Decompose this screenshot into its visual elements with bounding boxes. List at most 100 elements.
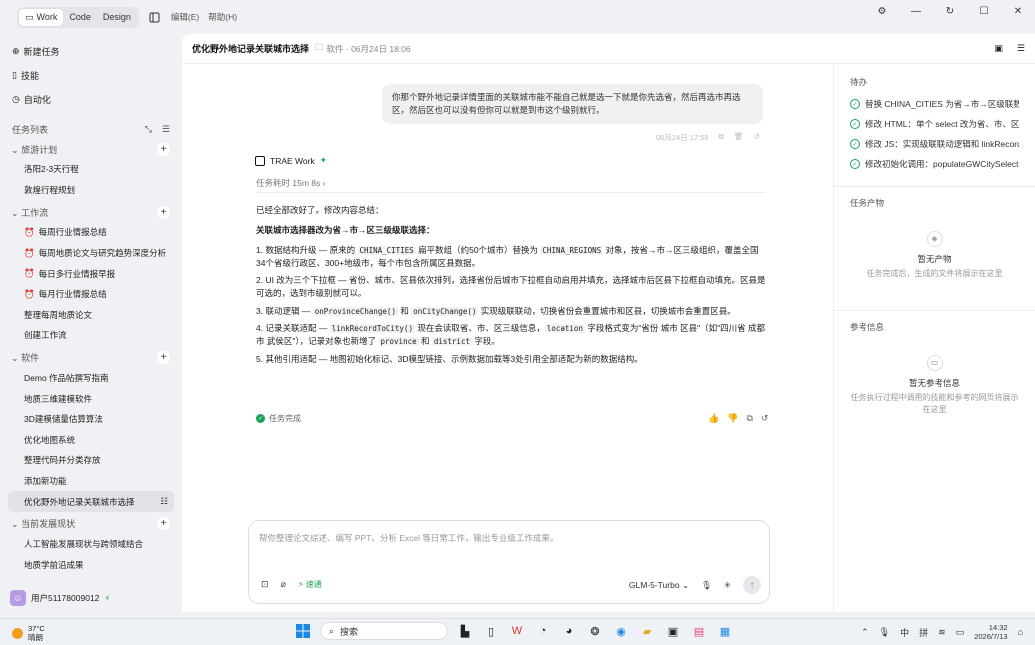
notification-icon[interactable]: ⌂ <box>1018 627 1023 637</box>
check-icon: ✓ <box>850 159 860 169</box>
model-selector[interactable]: GLM-5-Turbo ⌄ <box>629 580 689 591</box>
mode-code[interactable]: Code <box>63 9 97 26</box>
context-icon[interactable]: ⊡ <box>261 579 269 590</box>
collapse-icon[interactable]: ⤡ <box>145 124 152 135</box>
task-item[interactable]: ⏰ 每月行业情报总结 <box>0 284 182 305</box>
check-icon: ✓ <box>256 414 265 423</box>
thumbs-down-icon[interactable]: 👎 <box>727 413 738 424</box>
check-icon: ✓ <box>850 139 860 149</box>
copy-icon[interactable]: ⧉ <box>719 132 724 143</box>
menu-edit[interactable]: 编辑(E) <box>171 11 199 23</box>
refresh-icon[interactable]: ↻ <box>933 6 967 17</box>
terminal-icon[interactable]: ▣ <box>994 43 1003 54</box>
qq-icon[interactable]: ◔ <box>534 622 552 640</box>
microphone-icon[interactable]: 🎙 <box>879 627 890 638</box>
task-item[interactable]: 敦煌行程规划 <box>0 180 182 201</box>
notepad-icon[interactable]: ▯ <box>482 622 500 640</box>
windows-start-icon[interactable] <box>294 622 312 640</box>
task-item[interactable]: ⏰ 每日多行业情报早报 <box>0 263 182 284</box>
add-task-icon[interactable]: + <box>157 351 170 365</box>
skills-button[interactable]: ▯ 技能 <box>12 63 182 87</box>
task-item[interactable]: 创建工作流 <box>0 325 182 346</box>
retry-icon[interactable]: ↺ <box>761 413 769 424</box>
minimize-icon[interactable]: — <box>899 6 933 17</box>
alarm-icon: ⏰ <box>24 268 35 279</box>
panel-icon[interactable]: ☰ <box>1017 43 1025 54</box>
book-icon: ▭ <box>25 11 34 22</box>
delete-icon[interactable]: 🗑 <box>734 132 744 143</box>
elapsed-toggle[interactable]: 任务耗时 15m 8s › <box>256 177 325 189</box>
artifact-title: 任务产物 <box>850 198 885 208</box>
wifi-icon[interactable]: ≋ <box>938 627 946 638</box>
task-item-selected[interactable]: 优化野外地记录关联城市选择 ☷ <box>8 491 174 512</box>
list-tree-icon[interactable]: ☷ <box>160 496 168 507</box>
taskbar-search[interactable]: ⌕ 搜索 <box>320 622 448 640</box>
clock[interactable]: 14:32 2026/7/13 <box>974 623 1007 641</box>
retry-icon[interactable]: ↺ <box>753 132 759 143</box>
chevron-up-icon[interactable]: ⌃ <box>861 627 869 638</box>
divider <box>834 186 1035 187</box>
bilibili-icon[interactable]: ▤ <box>690 622 708 640</box>
weather-widget[interactable]: 37°C 晴朗 <box>12 624 45 642</box>
list-item: 5. 其他引用适配 — 地图初始化标记、3D模型链接、示例数据加载等3处引用全部… <box>256 353 643 364</box>
group-workflow[interactable]: ⌄ 工作流 + <box>0 202 182 222</box>
maximize-icon[interactable]: ☐ <box>967 6 1001 17</box>
badge-icon: ⚡ <box>104 592 111 603</box>
chatgpt-icon[interactable]: ❂ <box>586 622 604 640</box>
group-travel[interactable]: ⌄ 旅游计划 + <box>0 139 182 159</box>
add-task-icon[interactable]: + <box>157 142 170 156</box>
task-item[interactable]: ⏰ 每周地质论文与研究趋势深度分析 <box>0 243 182 264</box>
group-software[interactable]: ⌄ 软件 + <box>0 348 182 368</box>
edge-icon[interactable]: ◉ <box>612 622 630 640</box>
sun-icon <box>12 627 23 639</box>
task-item[interactable]: ⏰ 每周行业情报总结 <box>0 222 182 243</box>
wps-icon[interactable]: W <box>508 622 526 640</box>
task-item[interactable]: 地质三维建模软件 <box>0 388 182 409</box>
user-profile[interactable]: ☺ 用户51178009012 ⚡ <box>10 590 110 606</box>
app-icon[interactable]: ◕ <box>560 622 578 640</box>
task-item[interactable]: 整理每周地质论文 <box>0 305 182 326</box>
new-task-button[interactable]: ⊕ 新建任务 <box>12 39 182 63</box>
composer-input[interactable]: 帮你整理论文综述、编写 PPT、分析 Excel 等日常工作，输出专业级工作成果… <box>259 532 558 544</box>
photos-icon[interactable]: ▦ <box>716 622 734 640</box>
add-task-icon[interactable]: + <box>157 205 170 219</box>
list-item: 2. UI 改为三个下拉框 — 省份、城市、区县依次排列，选择省份后城市下拉框自… <box>256 275 766 299</box>
folder-icon[interactable]: ▰ <box>638 622 656 640</box>
menu-help[interactable]: 帮助(H) <box>208 11 237 23</box>
microphone-icon[interactable]: 🎙 <box>701 580 712 591</box>
sparkle-icon[interactable]: ✳ <box>724 580 731 591</box>
mode-work[interactable]: ▭ Work <box>19 8 64 26</box>
taskview-icon[interactable]: ▙ <box>456 622 474 640</box>
attach-icon[interactable]: ⌀ <box>281 579 286 590</box>
battery-icon[interactable]: ▭ <box>956 627 965 638</box>
add-task-icon[interactable]: + <box>157 517 170 531</box>
send-button[interactable]: ↑ <box>743 576 761 594</box>
task-item[interactable]: 整理代码并分类存放 <box>0 450 182 471</box>
ime-pinyin[interactable]: 拼 <box>919 626 928 639</box>
copy-icon[interactable]: ⧉ <box>746 413 752 424</box>
task-item[interactable]: Demo 作品帖撰写指南 <box>0 368 182 389</box>
composer[interactable]: 帮你整理论文综述、编写 PPT、分析 Excel 等日常工作，输出专业级工作成果… <box>248 520 770 604</box>
thumbs-up-icon[interactable]: 👍 <box>708 413 719 424</box>
sidebar-toggle-icon[interactable] <box>149 11 161 23</box>
automation-button[interactable]: ◷ 自动化 <box>12 87 182 111</box>
mode-design[interactable]: Design <box>97 9 137 26</box>
title-bar: ▭ Work Code Design 编辑(E) 帮助(H) ⚙ — ↻ ☐ ✕ <box>0 0 1035 34</box>
box-icon: ◈ <box>926 231 943 247</box>
trae-icon[interactable]: ▣ <box>664 622 682 640</box>
filter-icon[interactable]: ☰ <box>162 124 170 135</box>
ime-mode[interactable]: 中 <box>900 626 909 639</box>
task-item[interactable]: 添加新功能 <box>0 471 182 492</box>
task-item[interactable]: 地质学前沿成果 <box>0 555 182 576</box>
task-item[interactable]: 优化地图系统 <box>0 430 182 451</box>
speed-toggle[interactable]: ⚡ 速通 <box>298 579 322 590</box>
artifact-empty: ◈ 暂无产物 任务完成后，生成的文件将展示在这里 <box>850 231 1019 280</box>
task-item[interactable]: 人工智能发展现状与跨领域结合 <box>0 534 182 555</box>
task-item[interactable]: 3D建模储量估算算法 <box>0 409 182 430</box>
todo-item: ✓ 修改初始化调用：populateGWCitySelect <box>850 154 1019 174</box>
task-item[interactable]: 洛阳2-3天行程 <box>0 159 182 180</box>
right-panel: 待办 ✓替换 CHINA_CITIES 为省→市→区级联数据结构 ✓修改 HTM… <box>834 64 1035 612</box>
group-current[interactable]: ⌄ 当前发展现状 + <box>0 514 182 534</box>
close-icon[interactable]: ✕ <box>1001 6 1035 17</box>
settings-icon[interactable]: ⚙ <box>865 6 899 17</box>
